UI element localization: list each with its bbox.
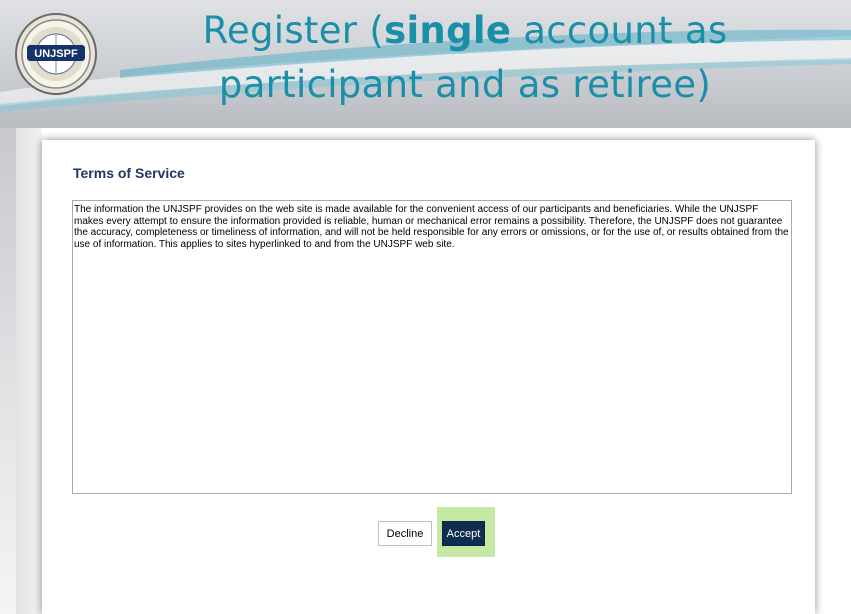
- slide-left-margin: [16, 128, 42, 614]
- terms-textarea[interactable]: The information the UNJSPF provides on t…: [72, 200, 792, 494]
- slide-left-strip: [0, 128, 16, 614]
- logo-text: UNJSPF: [34, 48, 78, 60]
- slide-title: Register (single account as participant …: [120, 4, 810, 112]
- terms-actions: Decline Accept: [42, 507, 815, 557]
- slide-title-line2: participant and as retiree): [218, 63, 712, 106]
- terms-of-service-panel: Terms of Service The information the UNJ…: [42, 140, 815, 614]
- accept-button[interactable]: Accept: [442, 521, 485, 546]
- decline-button[interactable]: Decline: [378, 521, 432, 546]
- terms-heading: Terms of Service: [73, 165, 185, 181]
- title-line1-bold: single: [384, 9, 512, 52]
- title-line1-prefix: Register (: [202, 9, 385, 52]
- slide-title-line1: Register (single account as: [120, 4, 810, 58]
- slide-header: UNJSPF Register (single account as parti…: [0, 0, 851, 128]
- unjspf-logo: UNJSPF: [14, 12, 98, 96]
- title-line1-suffix: account as: [511, 9, 728, 52]
